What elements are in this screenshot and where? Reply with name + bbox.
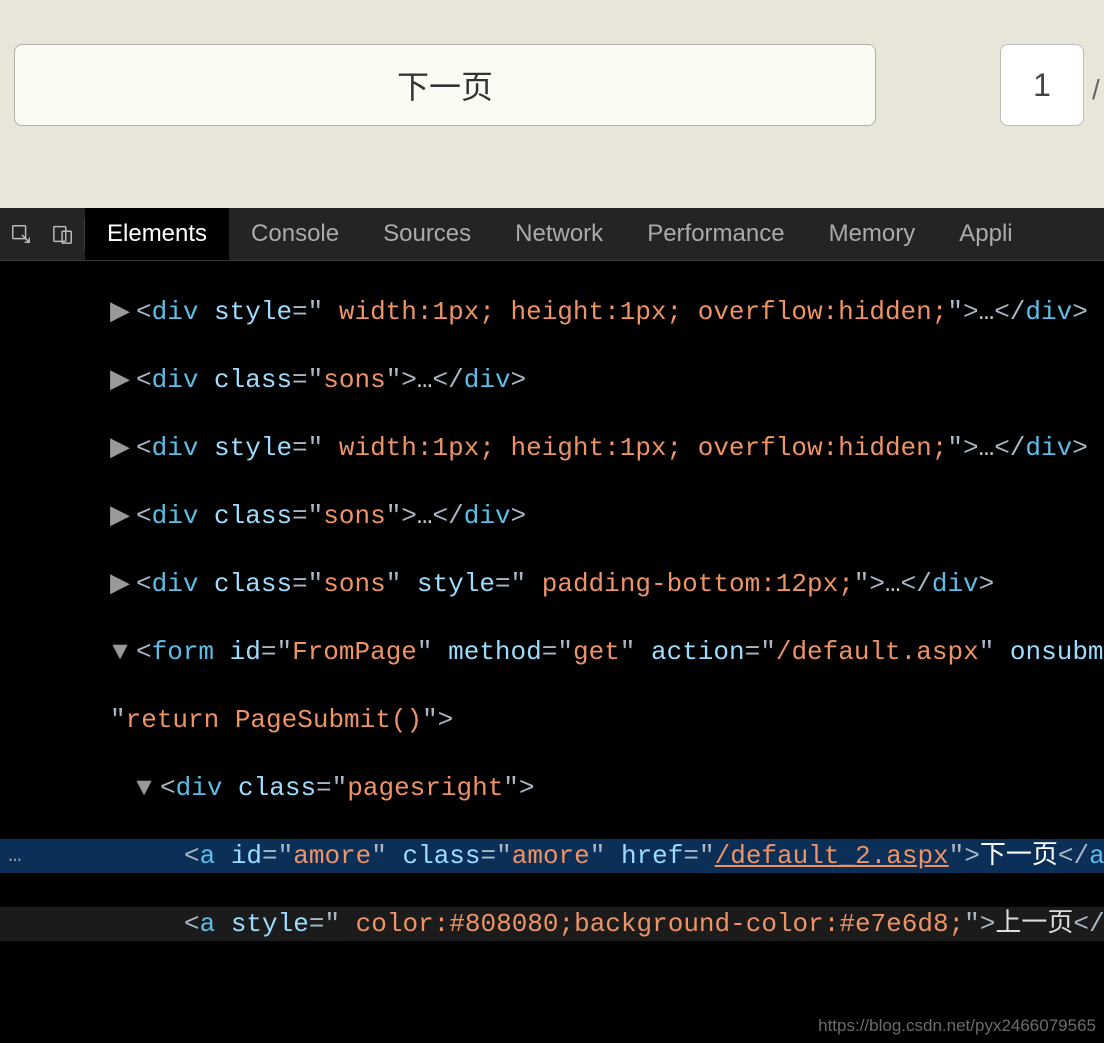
tab-memory[interactable]: Memory (807, 208, 938, 260)
dom-node[interactable]: ▼<div class="pagesright"> (0, 771, 1104, 805)
watermark-text: https://blog.csdn.net/pyx2466079565 (818, 1009, 1096, 1043)
dom-node[interactable]: ▼<form id="FromPage" method="get" action… (0, 635, 1104, 669)
expand-tri-icon[interactable]: ▶ (110, 499, 130, 533)
collapse-tri-icon[interactable]: ▼ (110, 635, 130, 669)
dom-node[interactable]: ▶<div class="sons">…</div> (0, 363, 1104, 397)
next-page-button[interactable]: 下一页 (14, 44, 876, 126)
expand-tri-icon[interactable]: ▶ (110, 431, 130, 465)
tab-console[interactable]: Console (229, 208, 361, 260)
expand-tri-icon[interactable]: ▶ (110, 295, 130, 329)
ellipsis-icon: … (0, 839, 30, 873)
device-toggle-icon[interactable] (42, 208, 84, 260)
tab-network[interactable]: Network (493, 208, 625, 260)
dom-node-selected[interactable]: …<a id="amore" class="amore" href="/defa… (0, 839, 1104, 873)
devtools-toolbar: Elements Console Sources Network Perform… (0, 208, 1104, 261)
dom-node[interactable]: ▶<div style=" width:1px; height:1px; ove… (0, 295, 1104, 329)
dom-node-cont[interactable]: "return PageSubmit()"> (0, 703, 1104, 737)
tab-application[interactable]: Appli (937, 208, 1034, 260)
page-separator: / (1092, 50, 1100, 130)
tab-sources[interactable]: Sources (361, 208, 493, 260)
dom-node[interactable]: ▶<div class="sons">…</div> (0, 499, 1104, 533)
webpage-area: 下一页 1 / (0, 0, 1104, 208)
dom-node[interactable]: <a style=" color:#808080;background-colo… (0, 907, 1104, 941)
dom-node[interactable]: ▶<div style=" width:1px; height:1px; ove… (0, 431, 1104, 465)
elements-dom-tree[interactable]: ▶<div style=" width:1px; height:1px; ove… (0, 261, 1104, 1043)
expand-tri-icon[interactable]: ▶ (110, 567, 130, 601)
expand-tri-icon[interactable]: ▶ (110, 363, 130, 397)
collapse-tri-icon[interactable]: ▼ (134, 771, 154, 805)
page-number-input[interactable]: 1 (1000, 44, 1084, 126)
dom-node[interactable]: ▶<div class="sons" style=" padding-botto… (0, 567, 1104, 601)
inspect-icon[interactable] (0, 208, 42, 260)
tab-performance[interactable]: Performance (625, 208, 806, 260)
tab-elements[interactable]: Elements (85, 208, 229, 260)
devtools-panel: Elements Console Sources Network Perform… (0, 208, 1104, 604)
